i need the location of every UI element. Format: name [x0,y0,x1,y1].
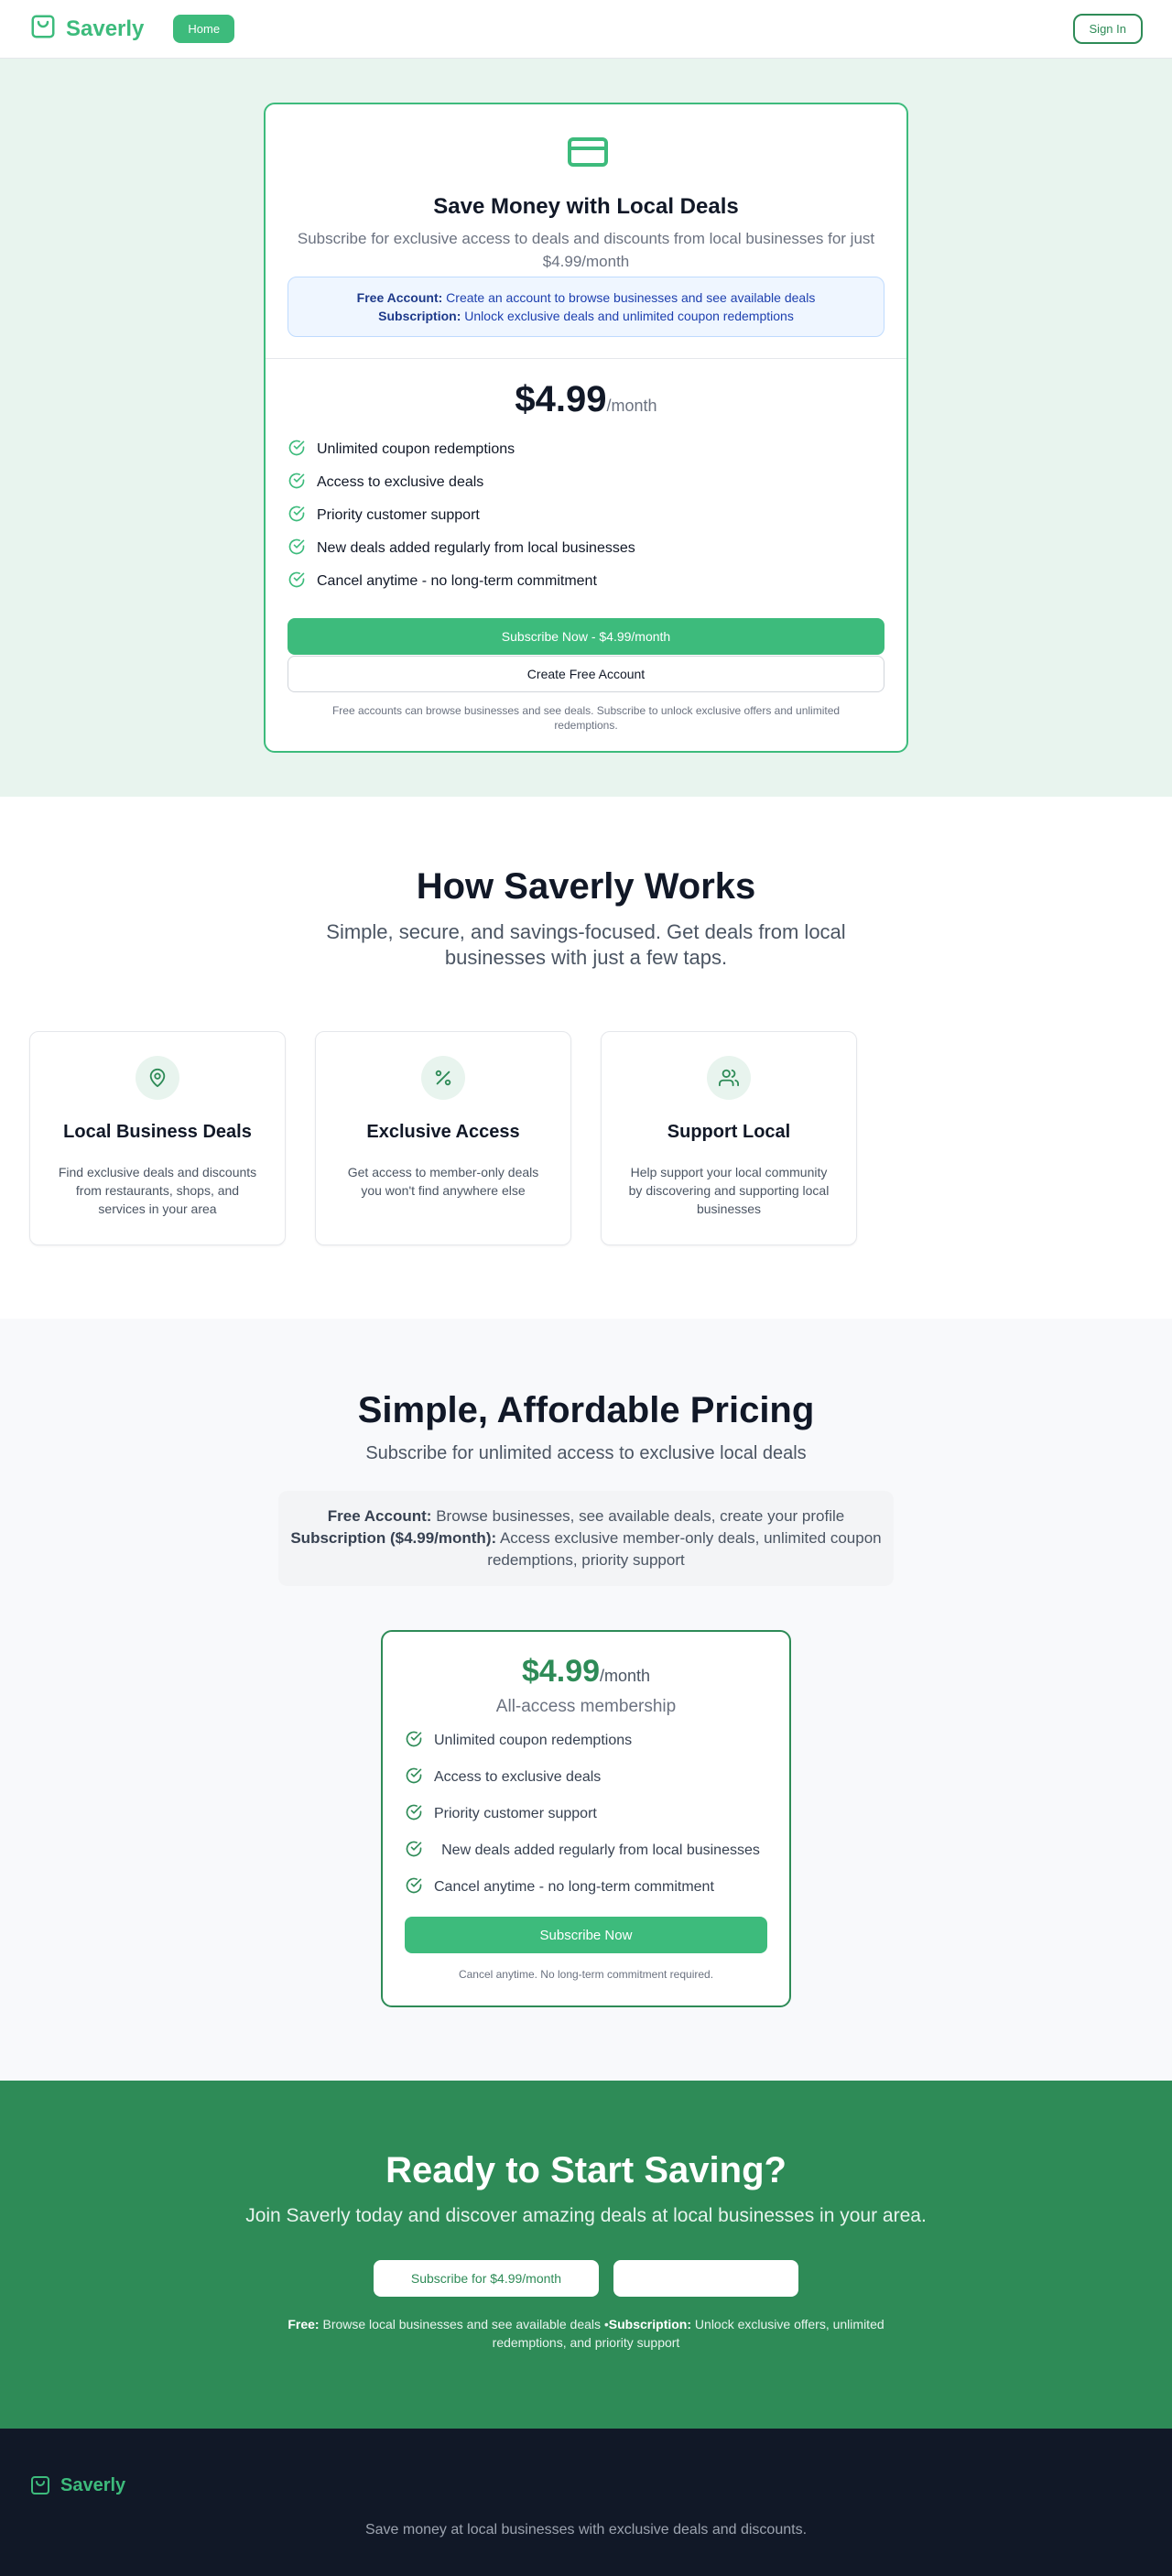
hero-price: $4.99/month [266,379,906,420]
credit-card-icon [566,130,610,179]
create-free-account-button[interactable]: Create Free Account [288,656,884,692]
feature-card-text: Help support your local community by dis… [628,1165,830,1216]
price-period: /month [606,397,657,415]
feature-card-local-deals: Local Business Deals Find exclusive deal… [29,1031,286,1245]
feature-card-text: Find exclusive deals and discounts from … [58,1165,257,1216]
feature-card-title: Exclusive Access [366,1122,520,1142]
price-amount: $4.99 [515,379,607,419]
free-account-text: Browse businesses, see available deals, … [436,1507,845,1525]
free-text: Browse local businesses and see availabl… [322,2317,609,2331]
list-item: New deals added regularly from local bus… [288,532,906,565]
subscription-label: Subscription: [378,309,461,323]
check-circle-icon [288,538,306,560]
check-circle-icon [288,439,306,462]
pricing-feature-list: Unlimited coupon redemptions Access to e… [405,1724,767,1908]
feature-card-title: Local Business Deals [63,1122,252,1142]
list-item: Unlimited coupon redemptions [405,1724,767,1761]
free-account-label: Free Account: [356,290,443,305]
price-period: /month [600,1667,651,1685]
check-circle-icon [405,1803,423,1829]
list-item: Cancel anytime - no long-term commitment [288,565,906,598]
sign-in-button[interactable]: Sign In [1072,14,1143,44]
feature-card-text: Get access to member-only deals you won'… [347,1165,539,1198]
free-label: Free: [288,2317,320,2331]
check-circle-icon [288,571,306,593]
list-item: New deals added regularly from local bus… [405,1834,767,1871]
pricing-section: Simple, Affordable Pricing Subscribe for… [0,1319,1172,2081]
feature-text: Access to exclusive deals [317,474,484,490]
feature-text: Access to exclusive deals [434,1769,602,1785]
users-icon [707,1056,751,1100]
pricing-subtitle: Subscribe for unlimited access to exclus… [365,1443,807,1463]
pricing-footnote: Cancel anytime. No long-term commitment … [458,1968,714,1981]
list-item: Cancel anytime - no long-term commitment [405,1871,767,1908]
check-circle-icon [405,1766,423,1792]
subscription-card-header: Save Money with Local Deals Subscribe fo… [266,104,906,359]
home-button[interactable]: Home [173,15,235,43]
map-pin-icon [136,1056,179,1100]
list-item: Access to exclusive deals [288,466,906,499]
feature-text: New deals added regularly from local bus… [441,1842,760,1858]
subscription-label: Subscription ($4.99/month): [290,1529,497,1547]
footer: Saverly Save money at local businesses w… [0,2429,1172,2576]
free-account-label: Free Account: [327,1507,432,1525]
feature-text: New deals added regularly from local bus… [317,540,635,556]
feature-text: Priority customer support [434,1806,597,1821]
subscribe-now-button[interactable]: Subscribe Now - $4.99/month [288,618,884,655]
how-title: How Saverly Works [416,866,756,907]
feature-text: Unlimited coupon redemptions [317,441,515,457]
cta-free-account-button[interactable] [613,2260,798,2297]
footer-logo[interactable]: Saverly [29,2474,125,2496]
cta-subtitle: Join Saverly today and discover amazing … [245,2205,927,2226]
list-item: Access to exclusive deals [405,1761,767,1798]
brand-logo[interactable]: Saverly [29,13,144,45]
pricing-subscribe-button[interactable]: Subscribe Now [405,1917,767,1953]
pricing-tagline: All-access membership [495,1697,677,1716]
feature-text: Cancel anytime - no long-term commitment [434,1879,714,1895]
check-circle-icon [288,472,306,495]
price-amount: $4.99 [521,1654,601,1689]
shopping-bag-icon [29,13,57,45]
hero-section: Save Money with Local Deals Subscribe fo… [0,59,1172,797]
subscription-card: Save Money with Local Deals Subscribe fo… [264,103,908,753]
hero-title: Save Money with Local Deals [433,194,739,219]
subscription-label: Subscription: [608,2317,692,2331]
subscription-text: Unlock exclusive deals and unlimited cou… [464,309,794,323]
cta-section: Ready to Start Saving? Join Saverly toda… [0,2081,1172,2429]
footer-brand-name: Saverly [60,2474,126,2495]
check-circle-icon [405,1876,423,1902]
feature-card-title: Support Local [667,1122,791,1142]
account-info-box: Free Account: Create an account to brows… [288,277,884,337]
hero-feature-list: Unlimited coupon redemptions Access to e… [288,433,906,598]
shopping-bag-icon [29,2474,51,2496]
check-circle-icon [288,505,306,527]
pricing-title: Simple, Affordable Pricing [357,1390,815,1430]
list-item: Unlimited coupon redemptions [288,433,906,466]
percent-icon [421,1056,465,1100]
feature-text: Unlimited coupon redemptions [434,1733,633,1748]
feature-card-support-local: Support Local Help support your local co… [601,1031,857,1245]
feature-card-exclusive-access: Exclusive Access Get access to member-on… [315,1031,571,1245]
feature-text: Priority customer support [317,507,480,523]
how-subtitle: Simple, secure, and savings-focused. Get… [326,920,846,969]
cta-footnote: Free: Browse local businesses and see av… [275,2315,897,2352]
list-item: Priority customer support [288,499,906,532]
brand-name: Saverly [66,16,145,41]
hero-subtitle: Subscribe for exclusive access to deals … [297,230,875,270]
top-nav: Saverly Home Sign In [0,0,1172,59]
pricing-price: $4.99/month [383,1654,789,1690]
check-circle-icon [405,1840,423,1865]
cta-subscribe-button[interactable]: Subscribe for $4.99/month [374,2260,599,2297]
free-account-text: Create an account to browse businesses a… [446,290,816,305]
footer-tagline: Save money at local businesses with excl… [364,2522,808,2538]
how-it-works-section: How Saverly Works Simple, secure, and sa… [0,797,1172,1319]
list-item: Priority customer support [405,1798,767,1834]
feature-text: Cancel anytime - no long-term commitment [317,573,597,589]
cta-title: Ready to Start Saving? [385,2150,787,2190]
subscription-text: Access exclusive member-only deals, unli… [487,1529,882,1569]
hero-footnote: Free accounts can browse businesses and … [331,704,841,732]
pricing-info-box: Free Account: Browse businesses, see ava… [278,1491,894,1586]
check-circle-icon [405,1730,423,1755]
pricing-card: $4.99/month All-access membership Unlimi… [381,1630,791,2007]
